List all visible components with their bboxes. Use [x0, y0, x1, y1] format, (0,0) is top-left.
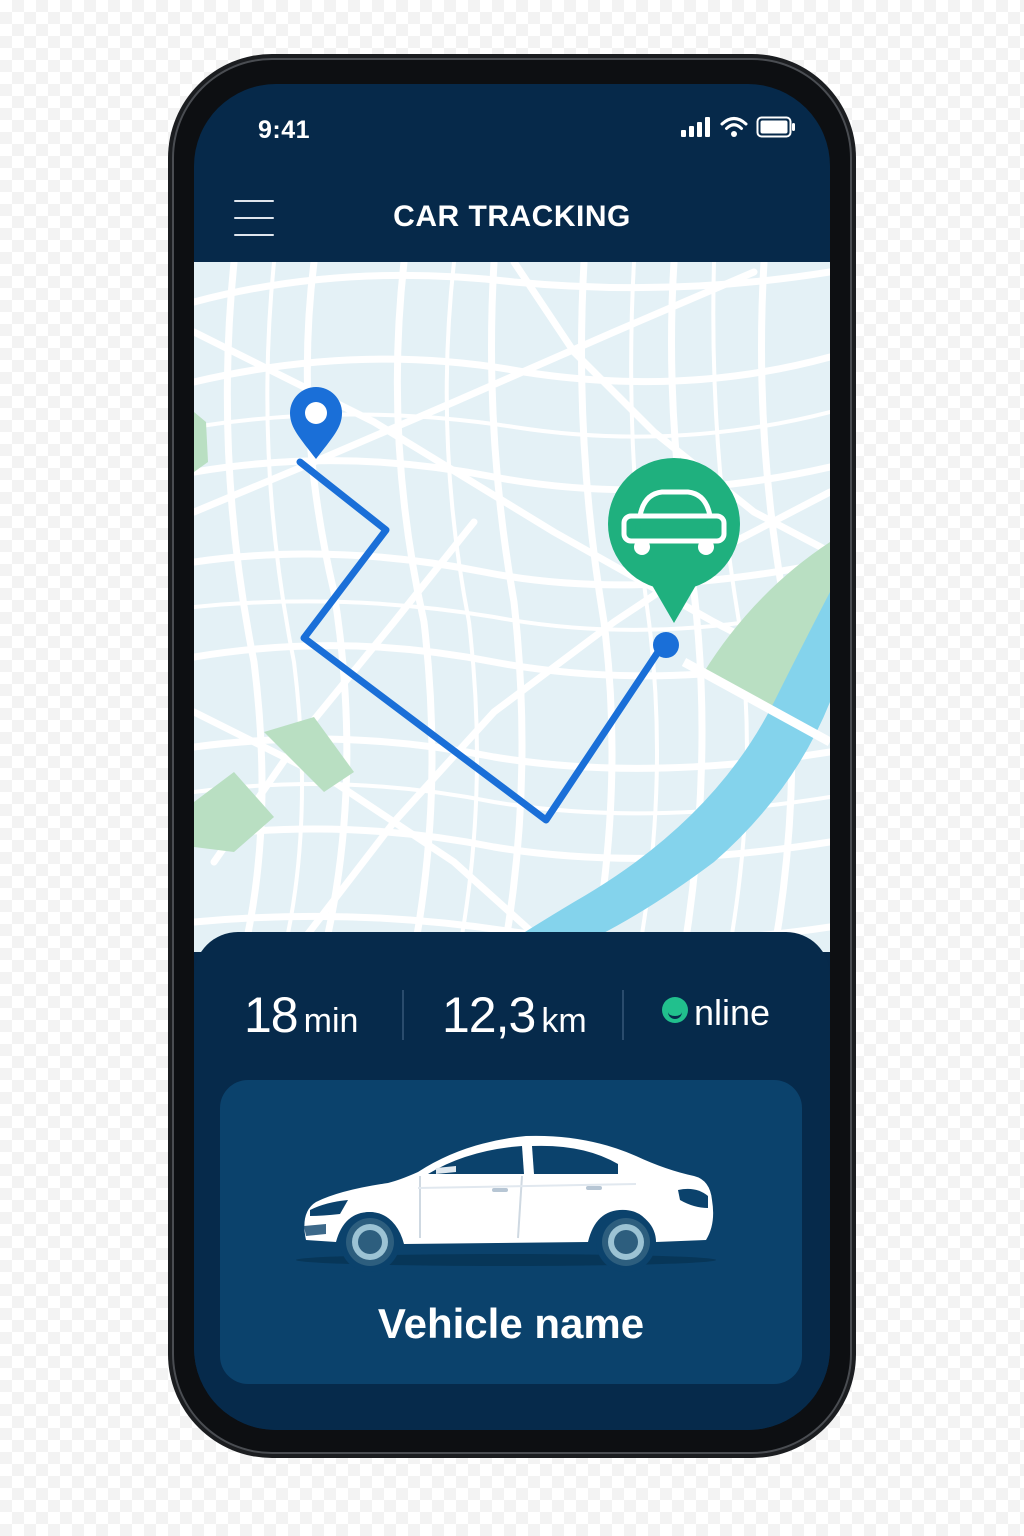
duration-unit: min [303, 1002, 359, 1040]
duration-stat: 18 min [244, 986, 358, 1044]
park-area-edge [194, 412, 208, 472]
distance-unit: km [541, 1002, 587, 1040]
duration-value: 18 [244, 987, 299, 1043]
online-status: nline [662, 992, 770, 1034]
cellular-signal-icon [681, 117, 710, 137]
vehicle-name: Vehicle name [377, 1300, 645, 1347]
sedan-car-icon [296, 1135, 716, 1272]
status-label: nline [694, 992, 771, 1033]
street-map [194, 262, 830, 952]
route-end-dot [653, 632, 679, 658]
online-indicator-icon [662, 997, 688, 1023]
stat-divider [622, 990, 624, 1040]
location-pin-icon [290, 387, 342, 459]
distance-stat: 12,3 km [442, 986, 587, 1044]
stat-divider [402, 990, 404, 1040]
status-time: 9:41 [258, 116, 311, 144]
car-marker-icon [608, 458, 740, 623]
status-bar: 9:41 [194, 84, 830, 174]
wifi-icon [720, 117, 748, 137]
phone-frame: 9:41 CAR TRACKING 18 min 12,3 km nline V… [172, 58, 852, 1454]
app-header: CAR TRACKING [194, 184, 830, 262]
distance-value: 12,3 [442, 987, 536, 1043]
status-icons [680, 116, 796, 138]
app-screen: 9:41 CAR TRACKING 18 min 12,3 km nline V… [194, 84, 830, 1430]
page-title: CAR TRACKING [393, 200, 631, 233]
battery-icon [756, 116, 795, 138]
vehicle-info-panel: 18 min 12,3 km nline Vehicle name [194, 932, 830, 1430]
map-view[interactable] [194, 262, 830, 952]
vehicle-card[interactable]: Vehicle name [220, 1080, 802, 1384]
trip-stats: 18 min 12,3 km nline [194, 986, 830, 1046]
